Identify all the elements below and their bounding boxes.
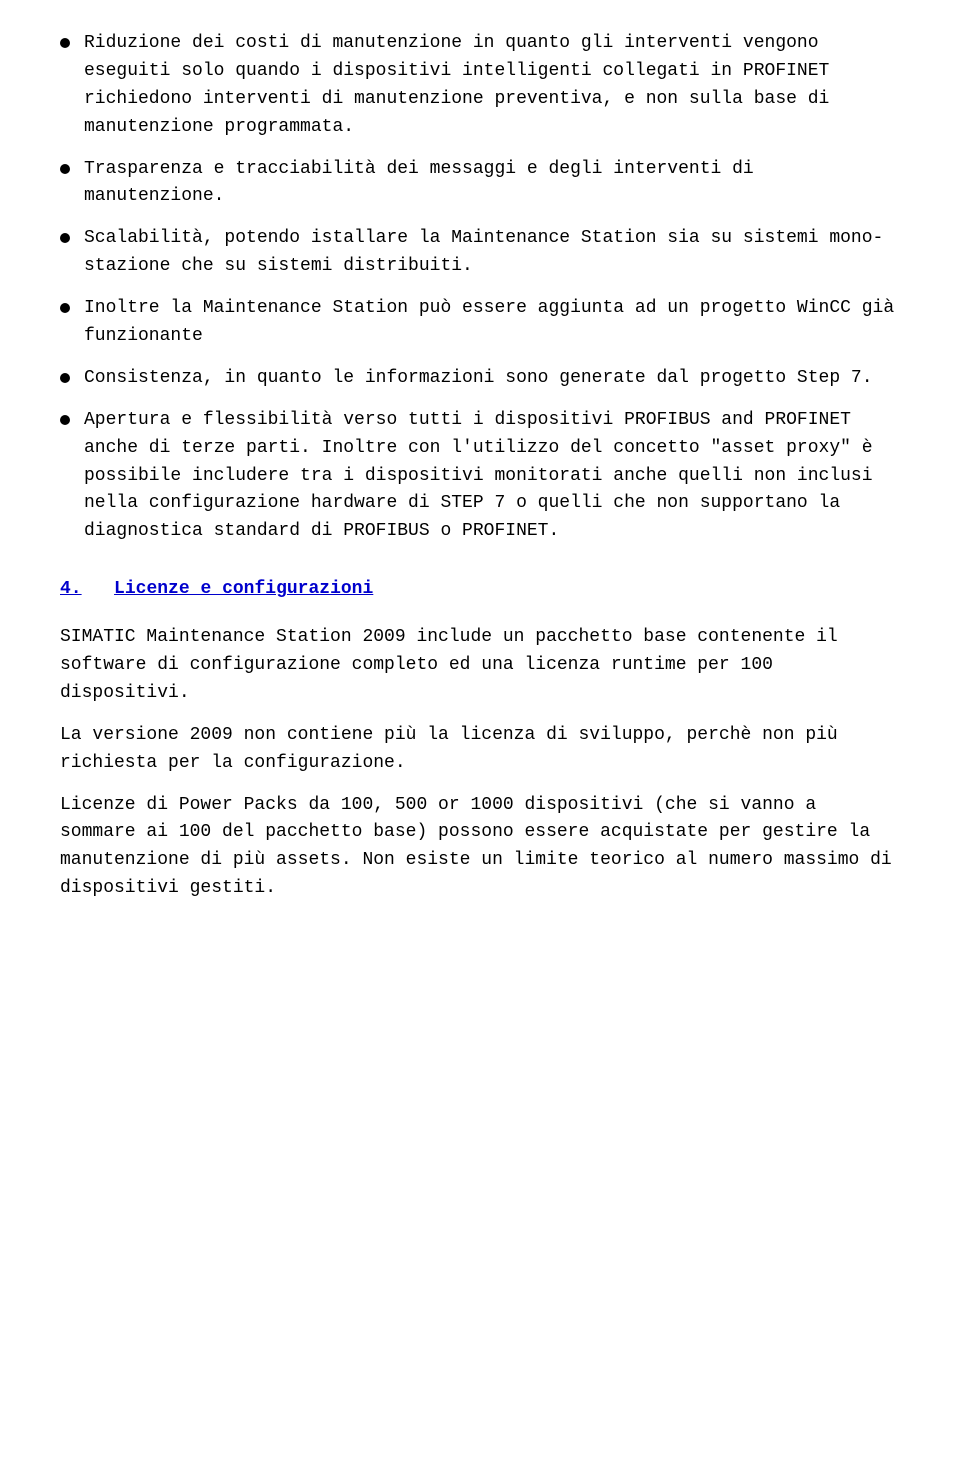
bullet-text: Inoltre la Maintenance Station può esser… xyxy=(84,295,900,351)
list-item: Riduzione dei costi di manutenzione in q… xyxy=(60,30,900,142)
section4-paragraph1: SIMATIC Maintenance Station 2009 include… xyxy=(60,624,900,708)
section4-paragraph2: La versione 2009 non contiene più la lic… xyxy=(60,722,900,778)
section-4-header: 4. Licenze e configurazioni xyxy=(60,576,900,604)
bullet-text: Riduzione dei costi di manutenzione in q… xyxy=(84,30,900,142)
section4-paragraph3: Licenze di Power Packs da 100, 500 or 10… xyxy=(60,792,900,904)
bullet-text: Apertura e flessibilità verso tutti i di… xyxy=(84,407,900,546)
bullet-text: Consistenza, in quanto le informazioni s… xyxy=(84,365,900,393)
section-title: Licenze e configurazioni xyxy=(114,579,373,599)
bullet-icon xyxy=(60,415,70,425)
bullet-icon xyxy=(60,38,70,48)
list-item: Trasparenza e tracciabilità dei messaggi… xyxy=(60,156,900,212)
bullet-icon xyxy=(60,233,70,243)
list-item: Apertura e flessibilità verso tutti i di… xyxy=(60,407,900,546)
bullet-icon xyxy=(60,164,70,174)
main-bullet-list: Riduzione dei costi di manutenzione in q… xyxy=(60,30,900,546)
section-number: 4. xyxy=(60,579,82,599)
bullet-icon xyxy=(60,303,70,313)
list-item: Inoltre la Maintenance Station può esser… xyxy=(60,295,900,351)
list-item: Consistenza, in quanto le informazioni s… xyxy=(60,365,900,393)
bullet-text: Scalabilità, potendo istallare la Mainte… xyxy=(84,225,900,281)
list-item: Scalabilità, potendo istallare la Mainte… xyxy=(60,225,900,281)
bullet-text: Trasparenza e tracciabilità dei messaggi… xyxy=(84,156,900,212)
bullet-icon xyxy=(60,373,70,383)
